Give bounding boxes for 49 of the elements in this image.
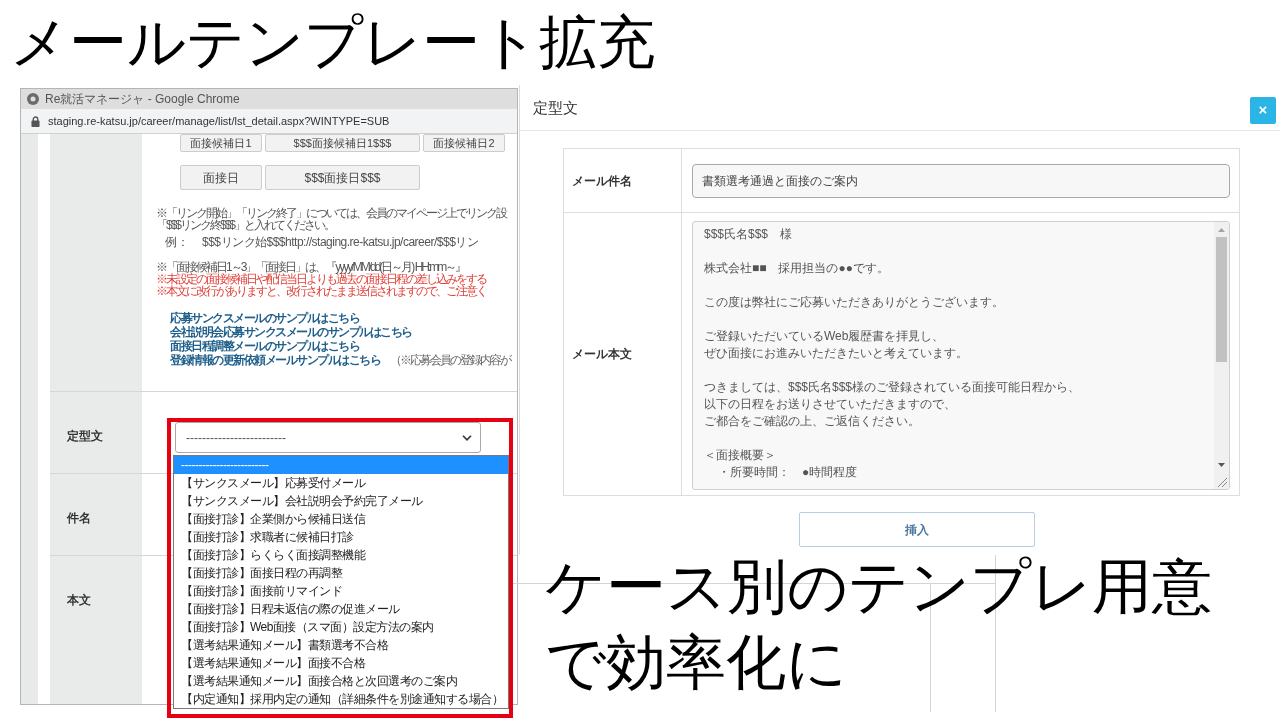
note-text: ※「面接候補日1～3」「面接日」は、『yyyy/MM/dd(日～月) HH:mm～』 <box>156 261 466 273</box>
sample-link[interactable]: 登録情報の更新依頼メールサンプルはこちら <box>170 353 380 367</box>
caption-text: ケース別のテンプレ用意で効率化に <box>545 552 1213 698</box>
tag-button[interactable]: 面接日 <box>180 165 262 190</box>
field-label: メール本文 <box>572 346 632 363</box>
modal-title: 定型文 <box>533 98 578 118</box>
scrollbar[interactable] <box>1214 222 1229 489</box>
tag-button[interactable]: $$$面接候補日1$$$ <box>265 134 420 152</box>
sample-link[interactable]: 会社説明会応募サンクスメールのサンプルはこちら <box>170 325 412 339</box>
text-line: つきましては、$$$氏名$$$様のご登録されている面接可能日程から、 <box>704 379 1081 396</box>
warning-text: ※未設定の面接候補日や配信当日よりも過去の面接日程の差し込みをする <box>156 273 486 285</box>
slide-title: メールテンプレート拡充 <box>10 8 655 76</box>
template-select[interactable]: ------------------------- <box>175 422 481 453</box>
text-line: 以下の日程をお送りさせていただきますので、 <box>704 396 956 413</box>
body-textarea[interactable]: $$$氏名$$$ 様 株式会社■■ 採用担当の●●です。 この度は弊社にご応募いただきありがとうございます。 ご登録いただいているWeb履歴書を拝見し、 ぜひ面接にお進みいただきたいと考えています。 つきましては、$$$氏名$$$様のご登録されている面接可能日程から、 以下の日程をお送りさせていただきますので、 ご都合をご確認の上、ご返信ください。 ＜面接概要＞ ・所要時間： ●時間程度 <box>692 221 1230 490</box>
tag-button[interactable]: 面接候補日2 <box>423 134 505 152</box>
example-label: 例： <box>165 236 188 248</box>
window-title: Re就活マネージャ - Google Chrome <box>45 91 240 107</box>
text-line: ・所要時間： ●時間程度 <box>718 464 858 481</box>
note-text: （※応募会員の登録内容が <box>390 353 510 367</box>
text-line: $$$氏名$$$ 様 <box>704 226 793 243</box>
resize-grip-icon[interactable] <box>1218 478 1227 487</box>
text-line: この度は弊社にご応募いただきありがとうございます。 <box>704 294 1004 311</box>
field-label: メール件名 <box>572 172 632 190</box>
example-text: $$$リンク始$$$http://staging.re-katsu.jp/career/$$$リン <box>202 236 479 248</box>
field-label: 定型文 <box>67 429 103 443</box>
scroll-up-icon[interactable] <box>1218 228 1225 232</box>
note-text: ※「リンク開始」「リンク終了」については、会員のマイページ上でリンク設 <box>156 207 506 219</box>
scrollbar-thumb[interactable] <box>1216 237 1227 362</box>
lock-icon <box>31 115 40 127</box>
text-line: 株式会社■■ 採用担当の●●です。 <box>704 260 889 277</box>
circle-icon <box>27 93 39 105</box>
url-text: staging.re-katsu.jp/career/manage/list/lst_detail.aspx?WINTYPE=SUB <box>48 113 390 129</box>
subject-field[interactable]: 書類選考通過と面接のご案内 <box>692 163 1230 198</box>
field-label: 件名 <box>67 511 91 525</box>
tag-button[interactable]: 面接候補日1 <box>180 134 262 152</box>
text-line: ＜面接概要＞ <box>704 447 776 464</box>
note-text: 「$$$リンク終$$$」と入れてください。 <box>156 219 335 231</box>
chevron-down-icon <box>462 434 472 441</box>
text-line: ご都合をご確認の上、ご返信ください。 <box>704 413 920 430</box>
sample-link[interactable]: 面接日程調整メールのサンプルはこちら <box>170 339 359 353</box>
scroll-down-icon[interactable] <box>1218 463 1225 467</box>
sample-link[interactable]: 応募サンクスメールのサンプルはこちら <box>170 311 359 325</box>
text-line: ぜひ面接にお進みいただきたいと考えています。 <box>704 345 968 362</box>
warning-text: ※本文に改行がありますと、改行されたまま送信されますので、ご注意く <box>156 285 486 297</box>
text-line: ご登録いただいているWeb履歴書を拝見し、 <box>704 328 945 345</box>
insert-button[interactable]: 挿入 <box>799 512 1035 547</box>
tag-button[interactable]: $$$面接日$$$ <box>265 165 420 190</box>
field-label: 本文 <box>67 593 91 607</box>
